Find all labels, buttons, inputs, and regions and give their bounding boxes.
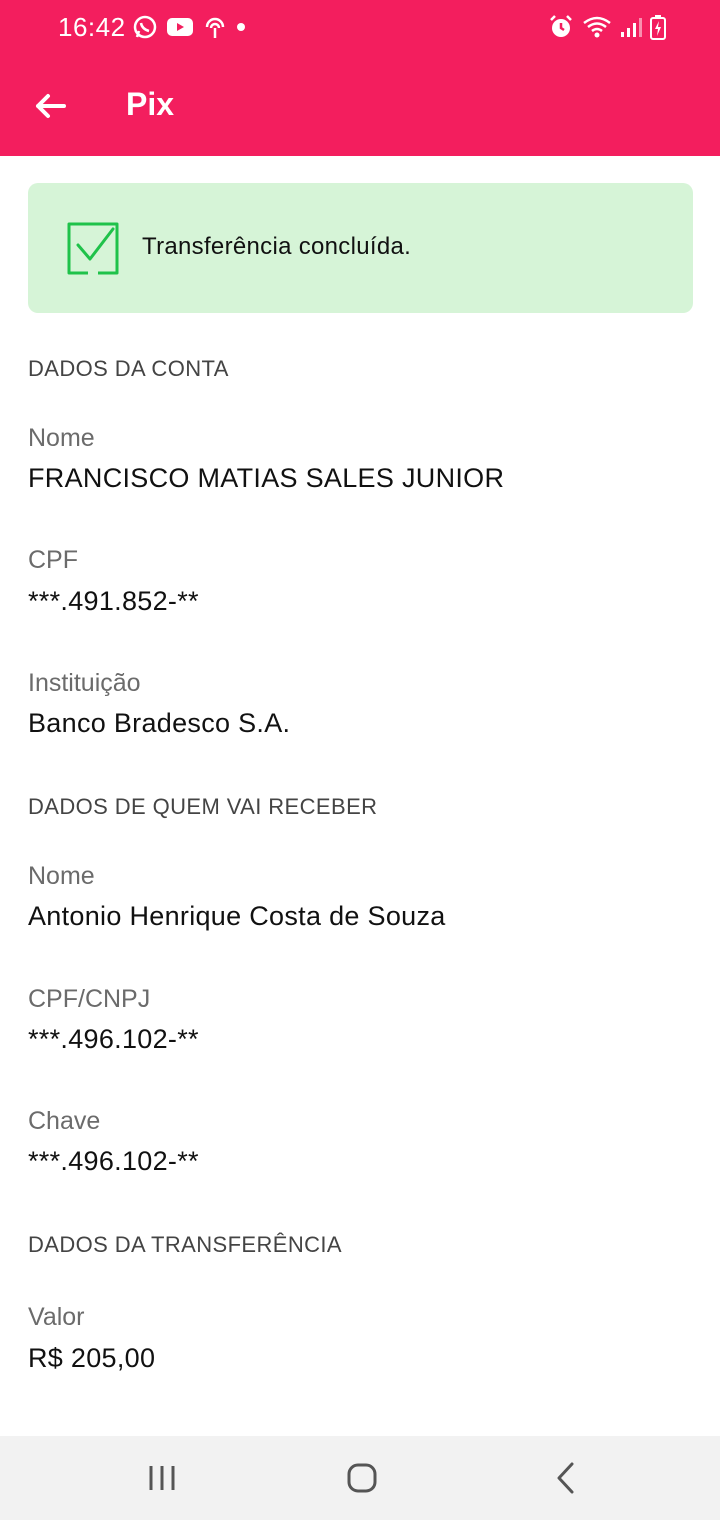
status-bar: 16:42 [0, 0, 720, 56]
chevron-left-icon [557, 1462, 574, 1494]
whatsapp-icon [133, 15, 157, 39]
recent-apps-icon [149, 1466, 175, 1490]
success-message: Transferência concluída. [142, 233, 412, 260]
dot-icon [237, 23, 245, 31]
signal-icon [621, 18, 642, 37]
notification-icons [132, 14, 246, 40]
battery-charging-icon [650, 15, 666, 40]
account-section-heading: DADOS DA CONTA [28, 356, 229, 381]
wifi-icon [583, 16, 611, 38]
amount-value: R$ 205,00 [28, 1343, 156, 1373]
status-time: 16:42 [58, 12, 126, 42]
cast-icon [205, 17, 225, 38]
payer-cpf-value: ***.491.852-** [28, 586, 199, 616]
payer-name-value: FRANCISCO MATIAS SALES JUNIOR [28, 463, 505, 493]
transfer-section-heading: DADOS DA TRANSFERÊNCIA [28, 1232, 343, 1257]
payer-name-label: Nome [28, 424, 95, 452]
recipient-section-heading: DADOS DE QUEM VAI RECEBER [28, 794, 378, 819]
success-banner: Transferência concluída. [28, 183, 693, 313]
receipt-content[interactable]: Transferência concluída. DADOS DA CONTA … [0, 156, 720, 1436]
recipient-key-value: ***.496.102-** [28, 1146, 199, 1176]
back-button[interactable] [28, 84, 72, 128]
recipient-doc-value: ***.496.102-** [28, 1024, 199, 1054]
check-square-icon [67, 222, 119, 275]
recipient-doc-label: CPF/CNPJ [28, 985, 151, 1013]
recipient-name-value: Antonio Henrique Costa de Souza [28, 901, 446, 931]
page-title: Pix [126, 86, 175, 122]
home-button[interactable] [342, 1458, 382, 1498]
arrow-left-icon [36, 94, 66, 118]
recent-apps-button[interactable] [142, 1458, 182, 1498]
system-icons [548, 14, 666, 40]
payer-cpf-label: CPF [28, 546, 78, 574]
youtube-icon [167, 18, 193, 36]
home-icon [347, 1463, 377, 1493]
payer-institution-label: Instituição [28, 669, 141, 697]
recipient-key-label: Chave [28, 1107, 101, 1135]
back-nav-button[interactable] [546, 1458, 586, 1498]
system-nav-bar [0, 1436, 720, 1520]
payer-institution-value: Banco Bradesco S.A. [28, 708, 291, 738]
alarm-icon [550, 15, 572, 37]
app-bar: Pix [0, 56, 720, 156]
amount-label: Valor [28, 1303, 85, 1331]
recipient-name-label: Nome [28, 862, 95, 890]
